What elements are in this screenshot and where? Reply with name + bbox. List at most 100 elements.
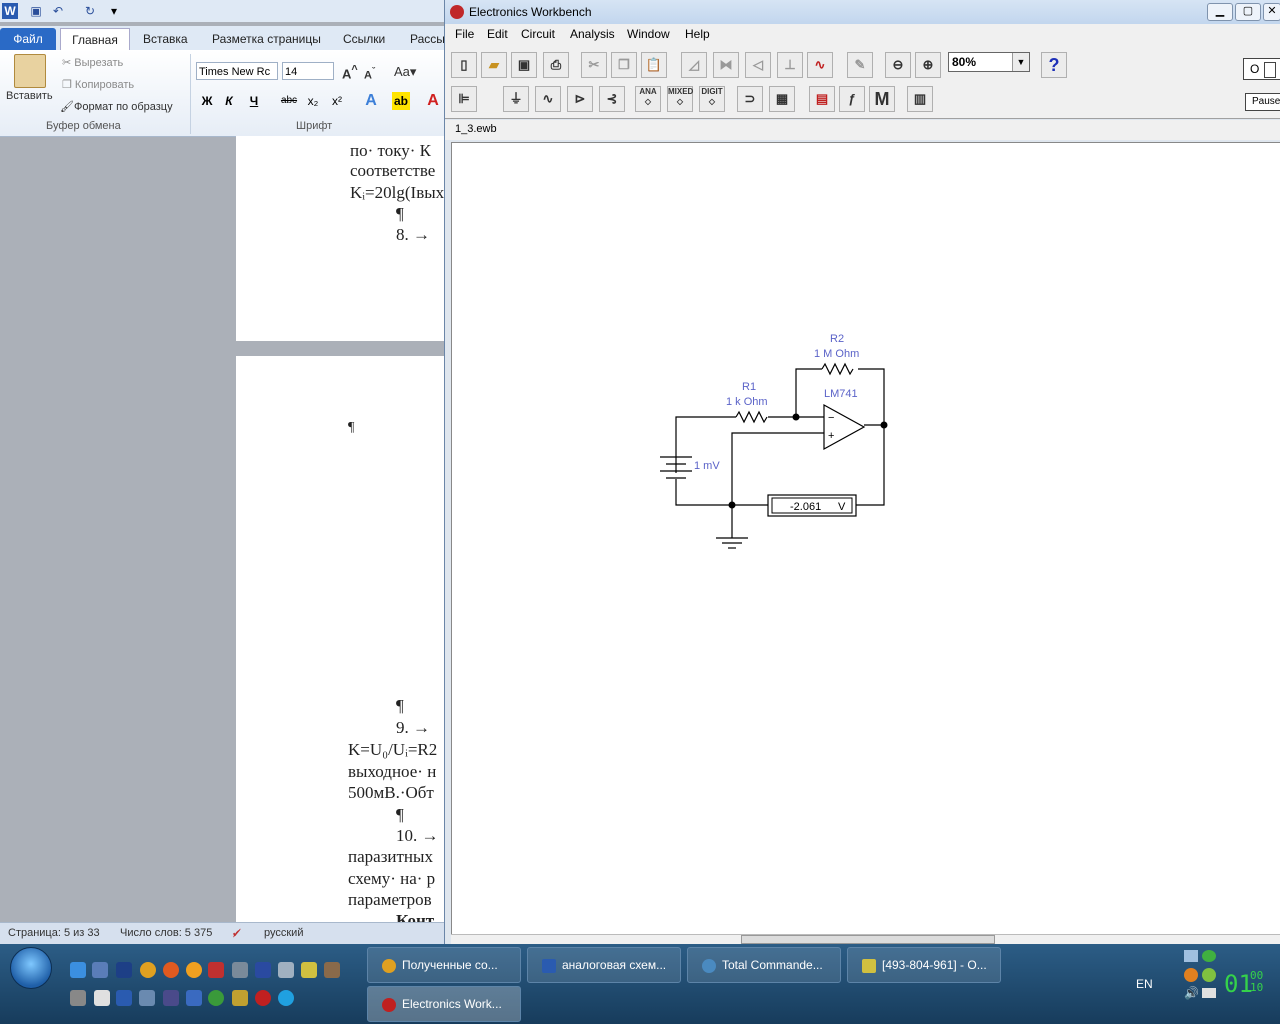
paste-icon[interactable]: 📋: [641, 52, 667, 78]
photoshop-icon[interactable]: [186, 990, 202, 1006]
sources-bin-icon[interactable]: ⏚: [503, 86, 529, 112]
menu-help[interactable]: Help: [685, 27, 710, 41]
task-button[interactable]: [493-804-961] - О...: [847, 947, 1001, 983]
favorites-bin-icon[interactable]: ⊫: [451, 86, 477, 112]
menu-window[interactable]: Window: [627, 27, 670, 41]
menu-analysis[interactable]: Analysis: [570, 27, 615, 41]
tray-app-icon[interactable]: [1202, 988, 1216, 998]
status-page[interactable]: Страница: 5 из 33: [8, 927, 100, 939]
grow-font-button[interactable]: A^: [342, 64, 358, 81]
menu-circuit[interactable]: Circuit: [521, 27, 555, 41]
app-icon[interactable]: [70, 990, 86, 1006]
copy-icon[interactable]: ❐: [611, 52, 637, 78]
app-icon[interactable]: [301, 962, 317, 978]
save-icon[interactable]: ▣: [511, 52, 537, 78]
document-page[interactable]: ¶ ¶ 9. → K=U₀/Uᵢ=R2 выходное· н 500мВ.·О…: [236, 356, 445, 930]
ie-icon[interactable]: [70, 962, 86, 978]
clock[interactable]: 01 00 10: [1224, 970, 1263, 999]
analog-ics-bin-icon[interactable]: ANA ◇: [635, 86, 661, 112]
7zip-icon[interactable]: [232, 990, 248, 1006]
highlight-icon[interactable]: ab: [392, 92, 410, 110]
resistor-r2[interactable]: [821, 362, 854, 376]
document-tab[interactable]: 1_3.ewb: [445, 120, 1280, 140]
app-icon[interactable]: [163, 990, 179, 1006]
underline-button[interactable]: Ч: [245, 92, 263, 110]
component-properties-icon[interactable]: ✎: [847, 52, 873, 78]
mixed-ics-bin-icon[interactable]: MIXED ◇: [667, 86, 693, 112]
controls-bin-icon[interactable]: ƒ: [839, 86, 865, 112]
tab-mailings[interactable]: Рассы: [410, 28, 445, 50]
bold-button[interactable]: Ж: [198, 92, 216, 110]
print-icon[interactable]: ⎙: [543, 52, 569, 78]
font-color-icon[interactable]: A: [424, 92, 442, 110]
resistor-r1[interactable]: [735, 410, 768, 424]
new-file-icon[interactable]: ▯: [451, 52, 477, 78]
cut-icon[interactable]: ✂: [581, 52, 607, 78]
app-icon[interactable]: [208, 990, 224, 1006]
proofing-icon[interactable]: ✔̸: [232, 927, 241, 940]
open-folder-icon[interactable]: ▰: [481, 52, 507, 78]
app-icon[interactable]: [278, 962, 294, 978]
font-size-box[interactable]: 14: [282, 62, 334, 80]
basic-bin-icon[interactable]: ∿: [535, 86, 561, 112]
start-button[interactable]: [10, 947, 52, 989]
chrome-icon[interactable]: [140, 962, 156, 978]
tab-home[interactable]: Главная: [60, 28, 130, 51]
network-icon[interactable]: [1184, 950, 1198, 962]
save-icon[interactable]: ▣: [28, 3, 44, 19]
app-icon[interactable]: [232, 962, 248, 978]
transistors-bin-icon[interactable]: ⊰: [599, 86, 625, 112]
digital-bin-icon[interactable]: ▦: [769, 86, 795, 112]
app-icon[interactable]: [324, 962, 340, 978]
italic-button[interactable]: К: [220, 92, 238, 110]
logic-gates-bin-icon[interactable]: ⊃: [737, 86, 763, 112]
menu-edit[interactable]: Edit: [487, 27, 508, 41]
status-words[interactable]: Число слов: 5 375: [120, 927, 212, 939]
word-icon[interactable]: [116, 990, 132, 1006]
tray-app-icon[interactable]: [1202, 968, 1216, 982]
flip-vertical-icon[interactable]: ◁: [745, 52, 771, 78]
indicators-bin-icon[interactable]: ▤: [809, 86, 835, 112]
paste-button[interactable]: Вставить: [6, 90, 53, 102]
help-button[interactable]: ?: [1041, 52, 1067, 78]
volume-icon[interactable]: 🔊: [1184, 986, 1199, 1000]
diodes-bin-icon[interactable]: ⊳: [567, 86, 593, 112]
check-icon[interactable]: [1202, 950, 1216, 962]
subscript-button[interactable]: x₂: [304, 92, 322, 110]
strikethrough-button[interactable]: abc: [280, 92, 298, 110]
app-icon[interactable]: [163, 962, 179, 978]
subcircuit-icon[interactable]: ⊥: [777, 52, 803, 78]
task-button[interactable]: Полученные со...: [367, 947, 521, 983]
document-page[interactable]: по· току· К соответстве Kᵢ=20lg(Iвых ¶ 8…: [236, 136, 445, 341]
format-painter-button[interactable]: 🖌Формат по образцу: [60, 100, 173, 113]
undo-icon[interactable]: ↶: [50, 3, 66, 19]
rotate-icon[interactable]: ◿: [681, 52, 707, 78]
tab-insert[interactable]: Вставка: [143, 28, 188, 50]
task-button[interactable]: аналоговая схем...: [527, 947, 681, 983]
ground-symbol[interactable]: [716, 537, 748, 549]
font-name-box[interactable]: Times New Rc: [196, 62, 278, 80]
shrink-font-button[interactable]: Aˇ: [364, 66, 375, 82]
app-icon[interactable]: [92, 962, 108, 978]
digital-ics-bin-icon[interactable]: DIGIT ◇: [699, 86, 725, 112]
copy-button[interactable]: ❐ Копировать: [62, 78, 134, 91]
menu-file[interactable]: File: [455, 27, 474, 41]
scroll-thumb[interactable]: [741, 935, 995, 944]
maximize-button[interactable]: ▢: [1235, 3, 1261, 21]
tab-file[interactable]: Файл: [0, 28, 56, 50]
status-language[interactable]: русский: [264, 927, 303, 939]
title-bar[interactable]: Electronics Workbench ▁ ▢ ✕: [445, 0, 1280, 24]
redo-icon[interactable]: ↻: [82, 3, 98, 19]
tray-app-icon[interactable]: [1184, 968, 1198, 982]
tab-page-layout[interactable]: Разметка страницы: [212, 28, 321, 50]
minimize-button[interactable]: ▁: [1207, 3, 1233, 21]
zoom-out-icon[interactable]: ⊖: [885, 52, 911, 78]
change-case-button[interactable]: Aa▾: [394, 64, 416, 80]
ewb-icon[interactable]: [255, 990, 271, 1006]
customize-qat-icon[interactable]: ▾: [106, 3, 122, 19]
circuit-canvas[interactable]: − + -2.061 V R1 1 k Ohm R2 1 M Ohm LM741…: [451, 142, 1280, 936]
app-icon[interactable]: [208, 962, 224, 978]
flip-horizontal-icon[interactable]: ⧓: [713, 52, 739, 78]
pause-button[interactable]: Pause: [1245, 93, 1280, 111]
task-button-active[interactable]: Electronics Work...: [367, 986, 521, 1022]
